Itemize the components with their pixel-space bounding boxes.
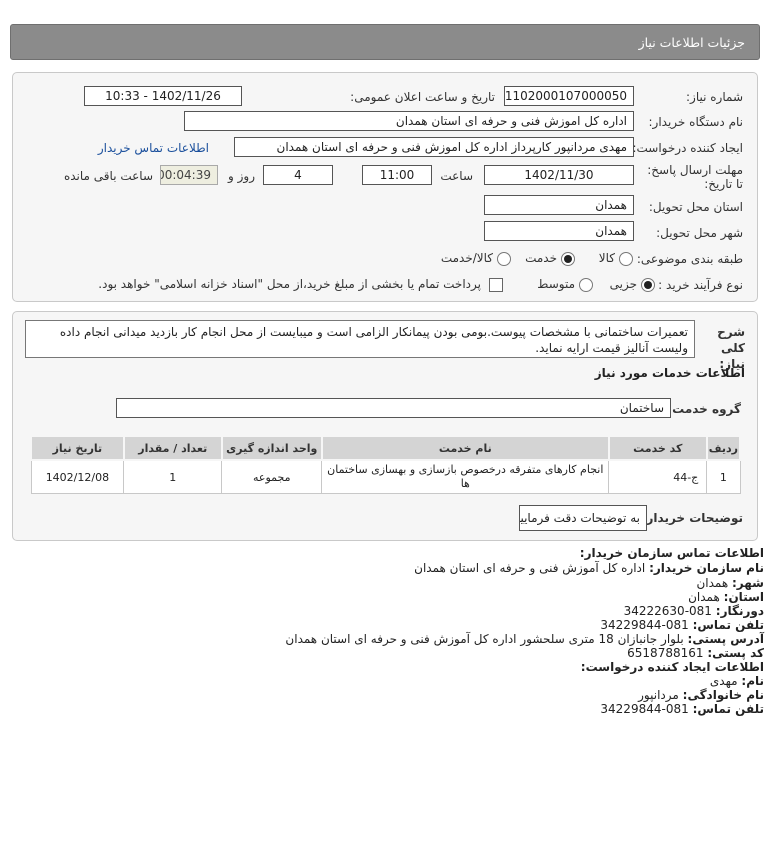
service-group-label: گروه خدمت: <box>667 402 741 416</box>
creator-contact-title: اطلاعات ایجاد کننده درخواست: <box>580 660 764 674</box>
cell-date: 1402/12/08 <box>30 459 125 494</box>
announce-field: 1402/11/26 - 10:33 <box>84 86 242 106</box>
deadline-time-field: 11:00 <box>362 165 432 185</box>
process-radio-minor[interactable] <box>641 278 655 292</box>
days-field: 4 <box>263 165 333 185</box>
category-radio-goods-service[interactable] <box>497 252 511 266</box>
page-title: جزئیات اطلاعات نیاز <box>638 35 745 50</box>
buyer-org-line: نام سازمان خریدار: اداره کل آموزش فنی و … <box>414 561 764 575</box>
col-date: تاریخ نیاز <box>30 435 125 461</box>
need-number-label: شماره نیاز: <box>686 90 743 104</box>
last-name-line: نام خانوادگی: مردانپور <box>638 688 764 702</box>
payment-checkbox[interactable] <box>489 278 503 292</box>
cell-unit: مجموعه <box>221 459 323 494</box>
col-unit: واحد اندازه گیری <box>220 435 323 461</box>
process-label: نوع فرآیند خرید : <box>658 278 743 292</box>
cell-qty: 1 <box>123 459 223 494</box>
postal-line: کد پستی: 6518788161 <box>627 646 764 660</box>
cell-service-name: انجام کارهای متفرقه درخصوص بازسازی و بهس… <box>321 459 610 494</box>
fax-line: دورنگار: 081-34222630 <box>623 604 764 618</box>
org-contact-title: اطلاعات تماس سازمان خریدار: <box>579 546 764 560</box>
description-field: تعمیرات ساختمانی با مشخصات پیوست.بومی بو… <box>25 320 695 358</box>
address-line: آدرس پستی: بلوار جانبازان 18 متری سلحشور… <box>285 632 764 646</box>
category-label: طبقه بندی موضوعی: <box>636 252 743 266</box>
category-option-service: خدمت <box>525 251 557 265</box>
first-name-line: نام: مهدی <box>709 674 764 688</box>
buyer-field: اداره کل اموزش فنی و حرفه ای استان همدان <box>184 111 634 131</box>
description-label: شرح کلی نیاز: <box>717 325 745 371</box>
payment-note: پرداخت تمام یا بخشی از مبلغ خرید،از محل … <box>98 277 481 291</box>
table-row: 1 ج-44 انجام کارهای متفرقه درخصوص بازساز… <box>30 459 741 494</box>
buyer-notes-label: توضیحات خریدار: <box>641 511 743 525</box>
province-line: استان: همدان <box>688 590 764 604</box>
category-option-goods-service: کالا/خدمت <box>440 251 493 265</box>
city-field: همدان <box>484 221 634 241</box>
deadline-label: مهلت ارسال پاسخ: تا تاریخ: <box>647 163 743 191</box>
buyer-notes-field: به توضیحات دقت فرمایید <box>519 505 647 531</box>
creator-phone-line: تلفن تماس: 081-34229844 <box>600 702 764 716</box>
creator-label: ایجاد کننده درخواست: <box>632 141 743 155</box>
deadline-date-field: 1402/11/30 <box>484 165 634 185</box>
process-option-medium: متوسط <box>537 277 575 291</box>
city-label: شهر محل تحویل: <box>656 226 743 240</box>
service-group-field: ساختمان <box>116 398 671 418</box>
table-header-row: ردیف کد خدمت نام خدمت واحد اندازه گیری ت… <box>30 435 742 461</box>
category-option-goods: کالا <box>598 251 615 265</box>
col-name: نام خدمت <box>320 435 610 461</box>
process-radio-medium[interactable] <box>579 278 593 292</box>
province-label: استان محل تحویل: <box>648 200 743 214</box>
time-label: ساعت <box>440 169 473 183</box>
cell-code: ج-44 <box>608 459 708 494</box>
need-number-field: 1102000107000050 <box>504 86 634 106</box>
services-section-title: اطلاعات خدمات مورد نیاز <box>594 366 745 380</box>
services-panel: شرح کلی نیاز: تعمیرات ساختمانی با مشخصات… <box>12 311 758 541</box>
contact-buyer-link[interactable]: اطلاعات تماس خریدار <box>98 141 209 155</box>
buyer-label: نام دستگاه خریدار: <box>648 115 744 129</box>
need-details-panel: شماره نیاز: 1102000107000050 تاریخ و ساع… <box>12 72 758 302</box>
city-line: شهر: همدان <box>696 576 764 590</box>
col-row: ردیف <box>705 435 742 461</box>
announce-label: تاریخ و ساعت اعلان عمومی: <box>350 90 495 104</box>
category-radio-service[interactable] <box>561 252 575 266</box>
col-code: کد خدمت <box>607 435 708 461</box>
page-title-bar: جزئیات اطلاعات نیاز <box>10 24 760 60</box>
services-table: ردیف کد خدمت نام خدمت واحد اندازه گیری ت… <box>30 435 742 494</box>
remaining-timer: 00:04:39 <box>160 165 218 185</box>
category-radio-goods[interactable] <box>619 252 633 266</box>
days-label: روز و <box>228 169 255 183</box>
col-qty: تعداد / مقدار <box>122 435 223 461</box>
process-option-minor: جزیی <box>609 277 637 291</box>
creator-field: مهدی مردانپور کارپرداز اداره کل اموزش فن… <box>234 137 634 157</box>
remaining-label: ساعت باقی مانده <box>63 169 153 183</box>
cell-row: 1 <box>706 459 741 494</box>
province-field: همدان <box>484 195 634 215</box>
phone-line: تلفن تماس: 081-34229844 <box>600 618 764 632</box>
